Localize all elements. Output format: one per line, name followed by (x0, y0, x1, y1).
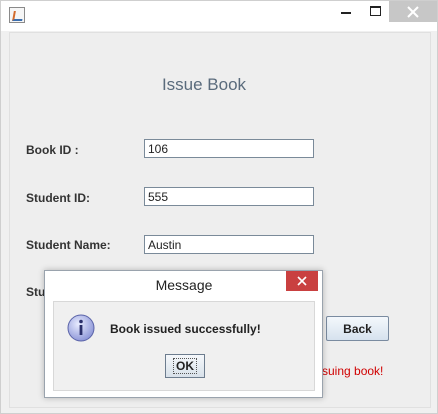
info-icon (67, 314, 95, 342)
close-icon (407, 6, 419, 18)
student-id-label: Student ID: (26, 191, 90, 205)
maximize-button[interactable] (361, 1, 391, 22)
dialog-message: Book issued successfully! (110, 322, 261, 336)
close-button[interactable] (389, 1, 437, 22)
dialog-body: Book issued successfully! OK (53, 301, 315, 391)
dialog-title: Message (155, 277, 213, 293)
student-name-field[interactable]: Austin (144, 235, 314, 254)
book-id-field[interactable]: 106 (144, 139, 314, 158)
ok-button-label: OK (173, 358, 197, 374)
java-icon (9, 7, 25, 23)
book-id-label: Book ID : (26, 143, 79, 157)
close-icon (297, 276, 307, 286)
ok-button[interactable]: OK (165, 354, 205, 378)
partial-label: Stu (26, 285, 46, 299)
titlebar (1, 1, 437, 31)
student-name-label: Student Name: (26, 238, 111, 252)
student-id-field[interactable]: 555 (144, 187, 314, 206)
back-button[interactable]: Back (326, 316, 389, 341)
dialog-close-button[interactable] (286, 271, 318, 291)
page-title: Issue Book (161, 75, 247, 94)
message-dialog: Message Book issued successfully! OK (44, 270, 323, 398)
minimize-button[interactable] (331, 1, 361, 22)
status-message: suing book! (322, 364, 384, 378)
